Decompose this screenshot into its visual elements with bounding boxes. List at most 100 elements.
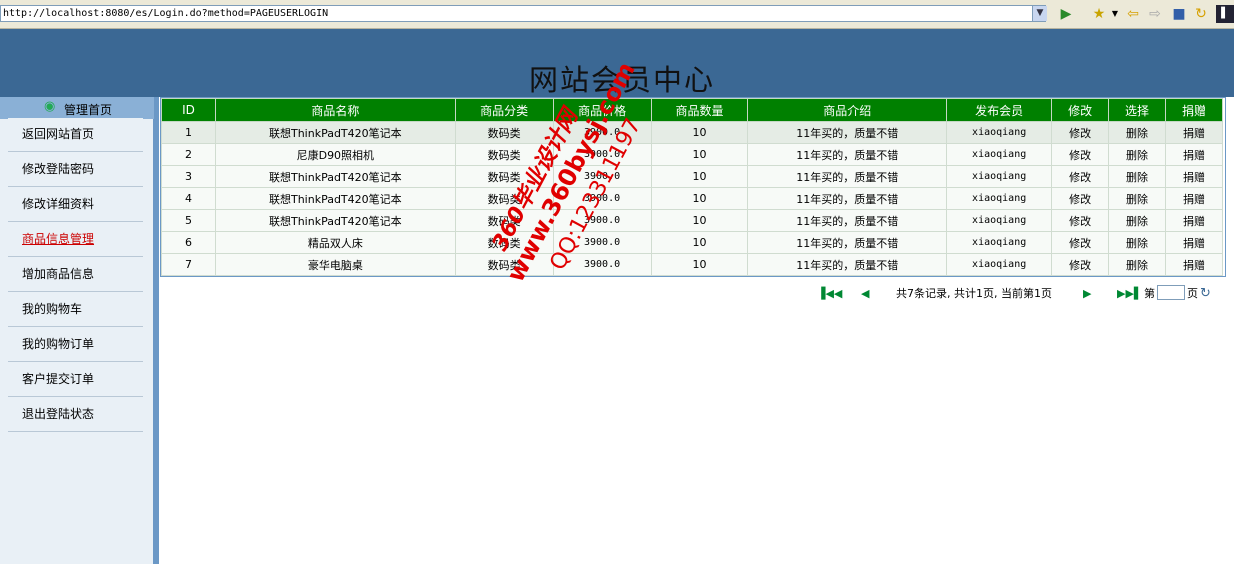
delete-link[interactable]: 删除 <box>1108 209 1166 232</box>
cell-id: 6 <box>161 231 216 254</box>
table-row: 3 联想ThinkPadT420笔记本 数码类 3900.0 10 11年买的，质量不错 x… <box>161 165 1224 188</box>
table-row: 1 联想ThinkPadT420笔记本 数码类 3900.0 10 11年买的，质量不错 x… <box>161 121 1224 144</box>
cell-name: 豪华电脑桌 <box>214 253 456 276</box>
delete-link[interactable]: 删除 <box>1108 121 1166 144</box>
table-row: 4 联想ThinkPadT420笔记本 数码类 3900.0 10 11年买的，质量不错 x… <box>161 187 1224 210</box>
donate-link[interactable]: 捐赠 <box>1164 209 1224 232</box>
col-header-edit: 修改 <box>1051 98 1110 122</box>
table-row: 6 精品双人床 数码类 3900.0 10 11年买的，质量不错 xiaoqiang 修改 删除… <box>161 231 1224 254</box>
cell-description: 11年买的，质量不错 <box>747 209 948 232</box>
cell-quantity: 10 <box>650 121 749 144</box>
cell-price: 3900.0 <box>552 187 652 210</box>
donate-link[interactable]: 捐赠 <box>1164 121 1224 144</box>
cell-name: 尼康D90照相机 <box>214 143 456 166</box>
sidebar-item-edit-profile[interactable]: 修改详细资料 <box>8 188 143 222</box>
cell-price: 3900.0 <box>552 253 652 276</box>
cell-description: 11年买的，质量不错 <box>747 231 948 254</box>
cell-member: xiaoqiang <box>946 253 1053 276</box>
col-header-donate: 捐赠 <box>1164 98 1224 122</box>
donate-link[interactable]: 捐赠 <box>1164 231 1224 254</box>
browser-toolbar: http://localhost:8080/es/Login.do?method… <box>0 0 1234 29</box>
donate-link[interactable]: 捐赠 <box>1164 187 1224 210</box>
edit-link[interactable]: 修改 <box>1051 253 1110 276</box>
page-jump-unit: 页 <box>1187 287 1198 300</box>
cell-id: 7 <box>161 253 216 276</box>
app-icon[interactable]: ▌ <box>1216 5 1234 23</box>
cell-category: 数码类 <box>454 209 554 232</box>
go-icon[interactable]: ↻ <box>1200 285 1211 303</box>
cell-description: 11年买的，质量不错 <box>747 165 948 188</box>
edit-link[interactable]: 修改 <box>1051 143 1110 166</box>
cell-price: 3900.0 <box>552 165 652 188</box>
address-bar[interactable]: http://localhost:8080/es/Login.do?method… <box>0 5 1046 22</box>
sidebar-item-cart[interactable]: 我的购物车 <box>8 293 143 327</box>
cell-quantity: 10 <box>650 253 749 276</box>
delete-link[interactable]: 删除 <box>1108 253 1166 276</box>
table-row: 5 联想ThinkPadT420笔记本 数码类 3900.0 10 11年买的，质量不错 x… <box>161 209 1224 232</box>
sidebar-item-customer-orders[interactable]: 客户提交订单 <box>8 363 143 397</box>
cell-member: xiaoqiang <box>946 143 1053 166</box>
sidebar-item-add-product[interactable]: 增加商品信息 <box>8 258 143 292</box>
sidebar-header-label: 管理首页 <box>64 103 113 117</box>
next-page-icon[interactable]: ▶ <box>1083 285 1091 303</box>
page-jump-label: 第 <box>1144 287 1155 300</box>
favorites-dropdown-icon[interactable]: ▼ <box>1106 5 1124 23</box>
first-page-icon[interactable]: ▐◀◀ <box>817 285 842 303</box>
cell-name: 联想ThinkPadT420笔记本 <box>214 165 456 188</box>
delete-link[interactable]: 删除 <box>1108 165 1166 188</box>
col-header-id: ID <box>161 98 216 122</box>
cell-member: xiaoqiang <box>946 165 1053 188</box>
header-banner: 网站会员中心 <box>0 29 1234 97</box>
donate-link[interactable]: 捐赠 <box>1164 253 1224 276</box>
go-icon[interactable]: ▶ <box>1057 5 1075 23</box>
cell-category: 数码类 <box>454 165 554 188</box>
sidebar-header[interactable]: ◉ 管理首页 <box>0 97 154 119</box>
cell-price: 3900.0 <box>552 143 652 166</box>
donate-link[interactable]: 捐赠 <box>1164 143 1224 166</box>
edit-link[interactable]: 修改 <box>1051 165 1110 188</box>
last-page-icon[interactable]: ▶▶▌ <box>1117 285 1142 303</box>
cell-price: 3900.0 <box>552 231 652 254</box>
sidebar-item-change-password[interactable]: 修改登陆密码 <box>8 153 143 187</box>
col-header-quantity: 商品数量 <box>650 98 749 122</box>
address-dropdown-icon[interactable]: ▼ <box>1032 6 1047 21</box>
back-icon[interactable]: ⇦ <box>1124 5 1142 23</box>
cell-description: 11年买的，质量不错 <box>747 253 948 276</box>
donate-link[interactable]: 捐赠 <box>1164 165 1224 188</box>
delete-link[interactable]: 删除 <box>1108 231 1166 254</box>
sidebar-item-my-orders[interactable]: 我的购物订单 <box>8 328 143 362</box>
cell-quantity: 10 <box>650 231 749 254</box>
delete-link[interactable]: 删除 <box>1108 143 1166 166</box>
cell-member: xiaoqiang <box>946 187 1053 210</box>
col-header-name: 商品名称 <box>214 98 456 122</box>
col-header-member: 发布会员 <box>946 98 1053 122</box>
edit-link[interactable]: 修改 <box>1051 187 1110 210</box>
stop-icon[interactable]: ■ <box>1170 5 1188 23</box>
cell-category: 数码类 <box>454 121 554 144</box>
cell-quantity: 10 <box>650 143 749 166</box>
edit-link[interactable]: 修改 <box>1051 231 1110 254</box>
page-jump-input[interactable] <box>1157 285 1185 300</box>
cell-name: 精品双人床 <box>214 231 456 254</box>
sidebar-item-home[interactable]: 返回网站首页 <box>8 118 143 152</box>
sidebar-item-logout[interactable]: 退出登陆状态 <box>8 398 143 432</box>
edit-link[interactable]: 修改 <box>1051 121 1110 144</box>
cell-category: 数码类 <box>454 231 554 254</box>
forward-icon[interactable]: ⇨ <box>1146 5 1164 23</box>
sidebar-divider <box>153 97 159 564</box>
sidebar-item-product-management[interactable]: 商品信息管理 <box>8 223 143 257</box>
edit-link[interactable]: 修改 <box>1051 209 1110 232</box>
cell-member: xiaoqiang <box>946 231 1053 254</box>
product-table-container: ID 商品名称 商品分类 商品价格 商品数量 商品介绍 发布会员 修改 选择 捐… <box>160 97 1226 277</box>
home-icon: ◉ <box>44 99 56 114</box>
cell-name: 联想ThinkPadT420笔记本 <box>214 121 456 144</box>
cell-category: 数码类 <box>454 253 554 276</box>
refresh-icon[interactable]: ↻ <box>1192 5 1210 23</box>
cell-member: xiaoqiang <box>946 121 1053 144</box>
cell-quantity: 10 <box>650 165 749 188</box>
prev-page-icon[interactable]: ◀ <box>861 285 869 303</box>
table-row: 7 豪华电脑桌 数码类 3900.0 10 11年买的，质量不错 xiaoqiang 修改 删除… <box>161 253 1224 276</box>
delete-link[interactable]: 删除 <box>1108 187 1166 210</box>
table-body: 1 联想ThinkPadT420笔记本 数码类 3900.0 10 11年买的，质量不错 x… <box>161 121 1224 276</box>
cell-description: 11年买的，质量不错 <box>747 143 948 166</box>
